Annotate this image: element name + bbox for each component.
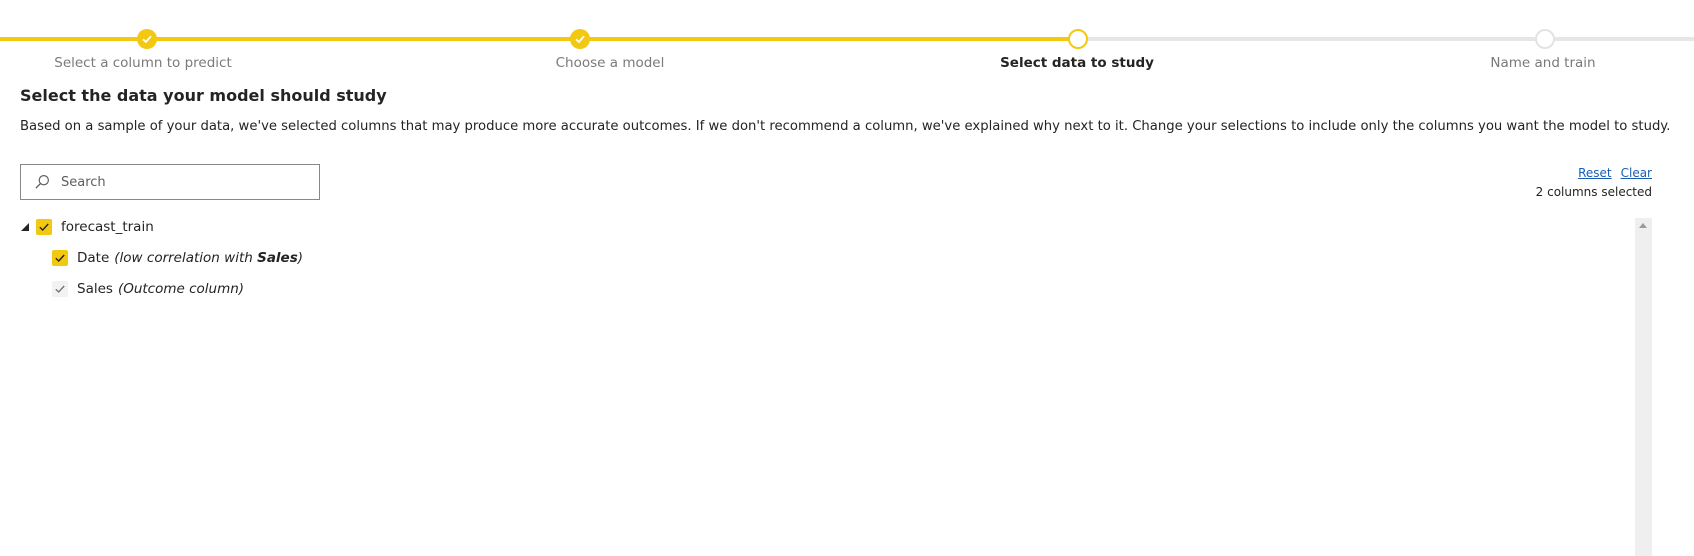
column-checkbox-sales-disabled — [52, 281, 68, 297]
search-box[interactable] — [20, 164, 320, 200]
step-label-select-column[interactable]: Select a column to predict — [23, 55, 263, 71]
selection-count: 2 columns selected — [1535, 185, 1652, 199]
column-name-sales: Sales — [77, 281, 113, 297]
checkmark-icon — [55, 285, 65, 293]
table-name: forecast_train — [61, 219, 154, 235]
note-bold: Sales — [257, 250, 298, 266]
wizard-stepper: Select a column to predict Choose a mode… — [0, 0, 1694, 80]
page-title: Select the data your model should study — [20, 86, 387, 105]
checkmark-icon — [55, 254, 65, 262]
note-suffix: ) — [297, 250, 304, 266]
page-description: Based on a sample of your data, we've se… — [20, 119, 1671, 134]
step-2-complete-icon[interactable] — [570, 29, 590, 49]
tree-node-column-sales: Sales (Outcome column) — [52, 278, 244, 300]
step-label-select-data: Select data to study — [1000, 55, 1154, 71]
stepper-progress-track — [0, 37, 1078, 41]
step-3-current-icon[interactable] — [1068, 29, 1088, 49]
clear-link[interactable]: Clear — [1621, 166, 1652, 180]
scroll-up-arrow-icon[interactable] — [1639, 223, 1647, 228]
step-1-complete-icon[interactable] — [137, 29, 157, 49]
step-4-pending-icon — [1535, 29, 1555, 49]
column-name-date: Date — [77, 250, 110, 266]
column-checkbox-date[interactable] — [52, 250, 68, 266]
search-input[interactable] — [59, 173, 303, 191]
column-note-sales: (Outcome column) — [117, 281, 245, 297]
note-prefix: (low correlation with — [114, 250, 258, 266]
tree-scrollbar[interactable] — [1635, 218, 1652, 556]
selection-actions: Reset Clear — [1578, 166, 1652, 180]
stepper-remaining-track — [1078, 37, 1694, 41]
checkmark-icon — [39, 223, 49, 231]
tree-node-column-date[interactable]: Date (low correlation with Sales) — [52, 247, 303, 269]
search-icon — [35, 174, 50, 189]
column-note-date: (low correlation with Sales) — [114, 250, 303, 266]
step-label-choose-model[interactable]: Choose a model — [490, 55, 730, 71]
table-checkbox[interactable] — [36, 219, 52, 235]
step-label-name-train: Name and train — [1490, 55, 1596, 71]
expand-caret-icon[interactable] — [20, 222, 30, 232]
reset-link[interactable]: Reset — [1578, 166, 1612, 180]
tree-node-table[interactable]: forecast_train — [20, 216, 154, 238]
